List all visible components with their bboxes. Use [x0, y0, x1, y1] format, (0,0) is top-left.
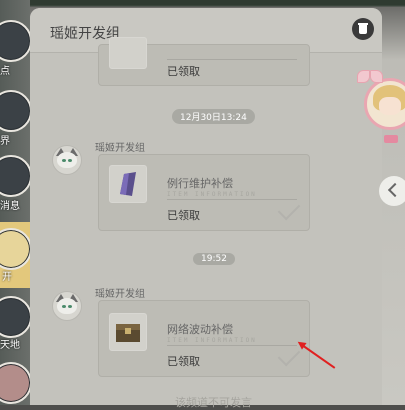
- item-watermark: ITEM INFORMATION: [167, 191, 257, 198]
- item-thumbnail: [109, 313, 147, 351]
- item-name: 网络波动补偿: [167, 323, 233, 336]
- rail-item-avatar-3[interactable]: [0, 155, 32, 197]
- chevron-left-icon[interactable]: [379, 176, 405, 206]
- timestamp-badge: 12月30日13:24: [172, 109, 255, 124]
- sender-name: 瑶姬开发组: [95, 289, 145, 300]
- avatar-badge: [384, 135, 398, 143]
- claim-status: 已领取: [167, 65, 200, 78]
- timestamp-badge: 19:52: [193, 253, 235, 265]
- left-rail: 点 界 消息 开 天地: [0, 0, 32, 405]
- rail-item-label: 天地: [0, 340, 20, 351]
- rail-item-avatar-5[interactable]: [0, 296, 32, 338]
- trash-icon[interactable]: [352, 18, 374, 40]
- rail-item-label: 开: [2, 272, 12, 283]
- mail-item-card[interactable]: 已领取: [98, 37, 310, 86]
- divider: [167, 345, 297, 346]
- top-strip: [0, 0, 405, 5]
- rail-item-avatar-2[interactable]: [0, 90, 32, 132]
- rail-item-avatar-1[interactable]: [0, 20, 32, 62]
- item-name: 例行维护补偿: [167, 177, 233, 190]
- item-thumbnail: [109, 37, 147, 69]
- sender-name: 瑶姬开发组: [95, 143, 145, 154]
- item-watermark: ITEM INFORMATION: [167, 337, 257, 344]
- chat-panel: 瑶姬开发组 已领取 12月30日13:24 瑶姬开发组 例行维护补偿 ITEM …: [30, 8, 382, 405]
- chest-icon: [116, 324, 140, 342]
- item-thumbnail: [109, 165, 147, 203]
- divider: [167, 199, 297, 200]
- claim-status: 已领取: [167, 209, 200, 222]
- checkmark-icon: [277, 197, 301, 221]
- crystal-icon: [120, 172, 136, 196]
- rail-item-avatar-6[interactable]: [0, 362, 32, 404]
- sender-avatar[interactable]: [52, 291, 82, 321]
- rail-item-label: 消息: [0, 201, 20, 212]
- sender-avatar[interactable]: [52, 145, 82, 175]
- channel-notice: 该频道不可发言: [175, 396, 252, 409]
- bow-icon: [357, 70, 383, 84]
- mail-item-card[interactable]: 例行维护补偿 ITEM INFORMATION 已领取: [98, 154, 310, 231]
- checkmark-icon: [277, 343, 301, 367]
- mail-item-card[interactable]: 网络波动补偿 ITEM INFORMATION 已领取: [98, 300, 310, 377]
- rail-item-label: 界: [0, 136, 10, 147]
- rail-item-label: 点: [0, 66, 10, 77]
- claim-status: 已领取: [167, 355, 200, 368]
- divider: [167, 59, 297, 60]
